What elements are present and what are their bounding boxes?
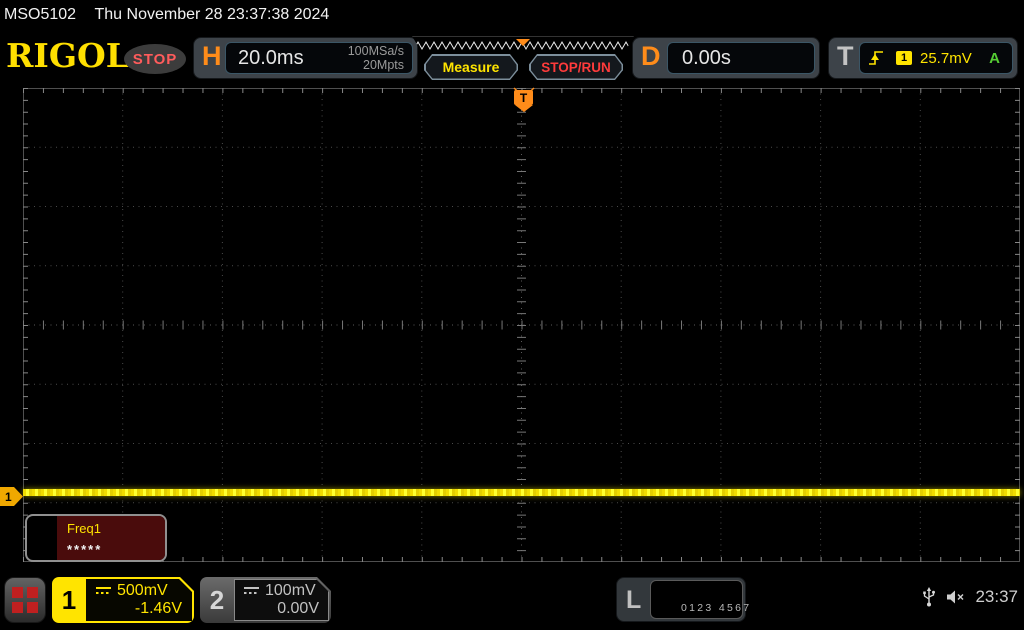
measurement-name: Freq1 [67,521,101,536]
delay-value: 0.00s [682,46,731,69]
trigger-marker-label: T [514,90,533,105]
trigger-sweep-mode: A [989,49,1000,67]
measurement-item-freq1[interactable]: Freq1 ***** [25,514,167,562]
dc-coupling-icon [244,587,259,595]
channel2-offset: 0.00V [277,600,319,617]
red-squares-icon [12,587,38,613]
top-info-bar: MSO5102 Thu November 28 23:37:38 2024 [0,0,1024,30]
logic-channels-badge[interactable]: L 0 1 2 3 4 5 6 7 8 9 10 11 12 13 14 15 [616,577,749,622]
horizontal-label: H [202,41,222,71]
trigger-settings-group[interactable]: T 1 25.7mV A [828,37,1018,79]
speaker-muted-icon [947,590,964,604]
bottom-status-bar: 1 500mV -1.46V 2 100mV 0.00V L 0 1 2 3 4… [0,570,1024,630]
logic-row-1: 0 1 2 3 4 5 6 7 [680,601,749,614]
delay-label: D [641,41,661,71]
channel1-trace [23,489,1020,496]
channel1-badge[interactable]: 1 500mV -1.46V [52,577,194,623]
channel2-scale: 100mV [265,582,316,599]
channel1-scale: 500mV [117,582,168,599]
header-bar: RIGOL STOP H 20.0ms 100MSa/s 20Mpts Meas… [0,30,1024,84]
waveform-preview-strip[interactable] [412,36,634,53]
dc-coupling-icon [96,587,111,595]
trigger-label: T [837,41,854,71]
memory-depth: 20Mpts [363,58,404,72]
rising-edge-icon [869,51,883,65]
logic-label: L [626,586,642,614]
delay-settings-group[interactable]: D 0.00s [632,37,820,79]
measurement-value: ***** [67,542,103,557]
preview-zigzag-icon [412,37,634,54]
run-state-badge: STOP [124,44,186,74]
acquisition-info: 100MSa/s 20Mpts [348,44,404,73]
horizontal-settings-group[interactable]: H 20.0ms 100MSa/s 20Mpts [193,37,418,79]
rigol-logo: RIGOL [6,36,129,75]
timebase-value: 20.0ms [238,46,304,69]
oscilloscope-screen: MSO5102 Thu November 28 23:37:38 2024 RI… [0,0,1024,630]
channel1-ground-marker[interactable]: 1 [0,487,23,506]
channel2-badge[interactable]: 2 100mV 0.00V [200,577,331,623]
channel1-number: 1 [61,584,77,615]
channel2-number: 2 [209,584,225,615]
stop-run-button[interactable]: STOP/RUN [529,54,623,80]
trigger-position-marker[interactable]: T [513,87,535,112]
model-name: MSO5102 [4,6,77,23]
status-icons: 23:37 [922,586,1018,608]
sample-rate: 100MSa/s [347,43,404,58]
trigger-marker-tail [514,105,533,112]
logic-channel-numbers: 0 1 2 3 4 5 6 7 8 9 10 11 12 13 14 15 [650,580,749,619]
measure-button[interactable]: Measure [424,54,518,80]
trigger-source-badge: 1 [896,51,912,65]
clock-text: 23:37 [975,587,1018,606]
channel1-offset: -1.46V [134,600,182,617]
usb-icon [923,587,936,607]
datetime-text: Thu November 28 23:37:38 2024 [94,6,330,23]
quick-menu-button[interactable] [4,577,46,623]
trigger-level-value: 25.7mV [920,49,972,67]
